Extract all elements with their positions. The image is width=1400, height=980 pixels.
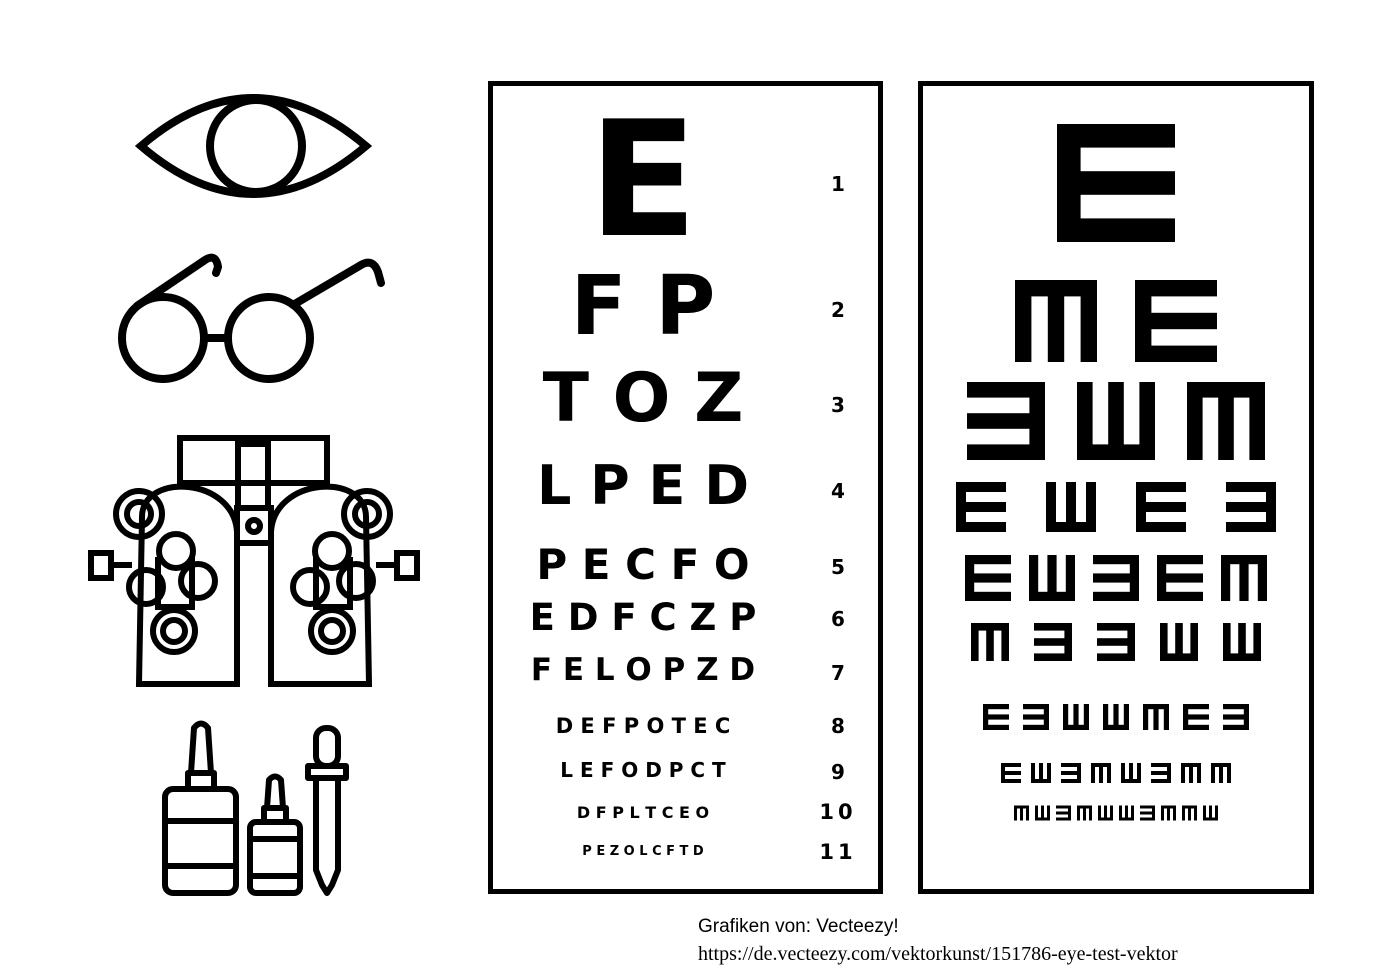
tumbling-e-right-r5c4 [1157,555,1203,601]
tumbling-e-down-r6c1 [971,623,1009,661]
snellen-row-9: L E F O D P C T [560,758,726,782]
tumbling-e-up-r5c2 [1029,555,1075,601]
tumbling-e-right-r4c3 [1136,482,1186,532]
tumbling-e-up-r6c5 [1223,623,1261,661]
tumbling-e-left-r4c4 [1226,482,1276,532]
tumbling-e-down-r9c9 [1182,805,1197,821]
tumbling-e-left-r3c1 [967,382,1045,460]
tumbling-e-up-r3c2 [1077,382,1155,460]
eye-drops-icon [162,720,349,896]
tumbling-e-rows [956,124,1276,821]
credit-text: Grafiken von: Vecteezy! [698,916,899,937]
tumbling-e-down-r3c3 [1187,382,1265,460]
snellen-row-number-3: 3 [831,393,845,417]
tumbling-e-down-r8c7 [1181,763,1201,783]
tumbling-e-up-r7c4 [1103,704,1129,730]
tumbling-e-right-r7c1 [983,704,1009,730]
tumbling-e-right-r2c2 [1135,280,1217,362]
tumbling-e-left-r8c6 [1151,763,1171,783]
tumbling-e-left-r6c3 [1097,623,1135,661]
eye-icon [135,94,373,198]
snellen-row-number-7: 7 [831,661,845,685]
tumbling-e-up-r6c4 [1160,623,1198,661]
tumbling-e-up-r4c2 [1046,482,1096,532]
tumbling-e-down-r9c8 [1161,805,1176,821]
tumbling-e-up-r8c2 [1031,763,1051,783]
tumbling-e-down-r8c4 [1091,763,1111,783]
tumbling-e-up-r9c10 [1203,805,1218,821]
snellen-row-8: D E F P O T E C [555,714,731,738]
snellen-row-7: F E L O P Z D [530,652,756,688]
snellen-row-3: T O Z [542,359,744,438]
tumbling-e-right-r1c1 [1057,124,1175,242]
tumbling-e-right-r8c1 [1001,763,1021,783]
tumbling-e-left-r8c3 [1061,763,1081,783]
snellen-row-number-8: 8 [831,714,845,738]
snellen-row-5: P E C F O [536,540,750,589]
tumbling-e-right-r7c6 [1183,704,1209,730]
tumbling-e-up-r8c5 [1121,763,1141,783]
tumbling-e-left-r9c7 [1140,805,1155,821]
tumbling-e-left-r6c2 [1034,623,1072,661]
tumbling-e-chart [918,81,1314,894]
tumbling-e-down-r9c4 [1077,805,1092,821]
snellen-row-number-2: 2 [831,298,845,322]
snellen-row-number-5: 5 [831,555,845,579]
tumbling-e-right-r4c1 [956,482,1006,532]
snellen-row-number-9: 9 [831,760,845,784]
glasses-icon [118,253,385,383]
tumbling-e-left-r7c7 [1223,704,1249,730]
snellen-row-6: E D F C Z P [529,596,757,639]
snellen-row-11: P E Z O L C F T D [582,844,704,859]
snellen-chart: E 1 F P 2 T O Z 3 L P E D 4 P E C F O 5 … [488,81,883,894]
snellen-row-10: D F P L T C E O [576,803,710,822]
tumbling-e-down-r9c1 [1014,805,1029,821]
tumbling-e-down-r2c1 [1015,280,1097,362]
tumbling-e-down-r5c5 [1221,555,1267,601]
tumbling-e-up-r7c3 [1063,704,1089,730]
tumbling-e-up-r9c2 [1035,805,1050,821]
snellen-row-4: L P E D [536,454,750,517]
snellen-row-2: F P [570,259,716,354]
tumbling-e-up-r9c6 [1119,805,1134,821]
tumbling-e-left-r9c3 [1056,805,1071,821]
tumbling-e-down-r8c8 [1211,763,1231,783]
tumbling-e-down-r7c5 [1143,704,1169,730]
snellen-row-number-10: 10 [819,800,857,824]
snellen-row-1: E [588,86,698,273]
snellen-row-number-6: 6 [831,607,845,631]
snellen-row-number-1: 1 [831,172,845,196]
tumbling-e-up-r9c5 [1098,805,1113,821]
tumbling-e-left-r5c3 [1093,555,1139,601]
tumbling-e-right-r5c1 [965,555,1011,601]
credit-link[interactable]: https://de.vecteezy.com/vektorkunst/1517… [698,944,1178,964]
snellen-row-number-11: 11 [819,840,857,864]
phoropter-icon [88,435,420,687]
tumbling-e-left-r7c2 [1023,704,1049,730]
snellen-row-number-4: 4 [831,479,845,503]
